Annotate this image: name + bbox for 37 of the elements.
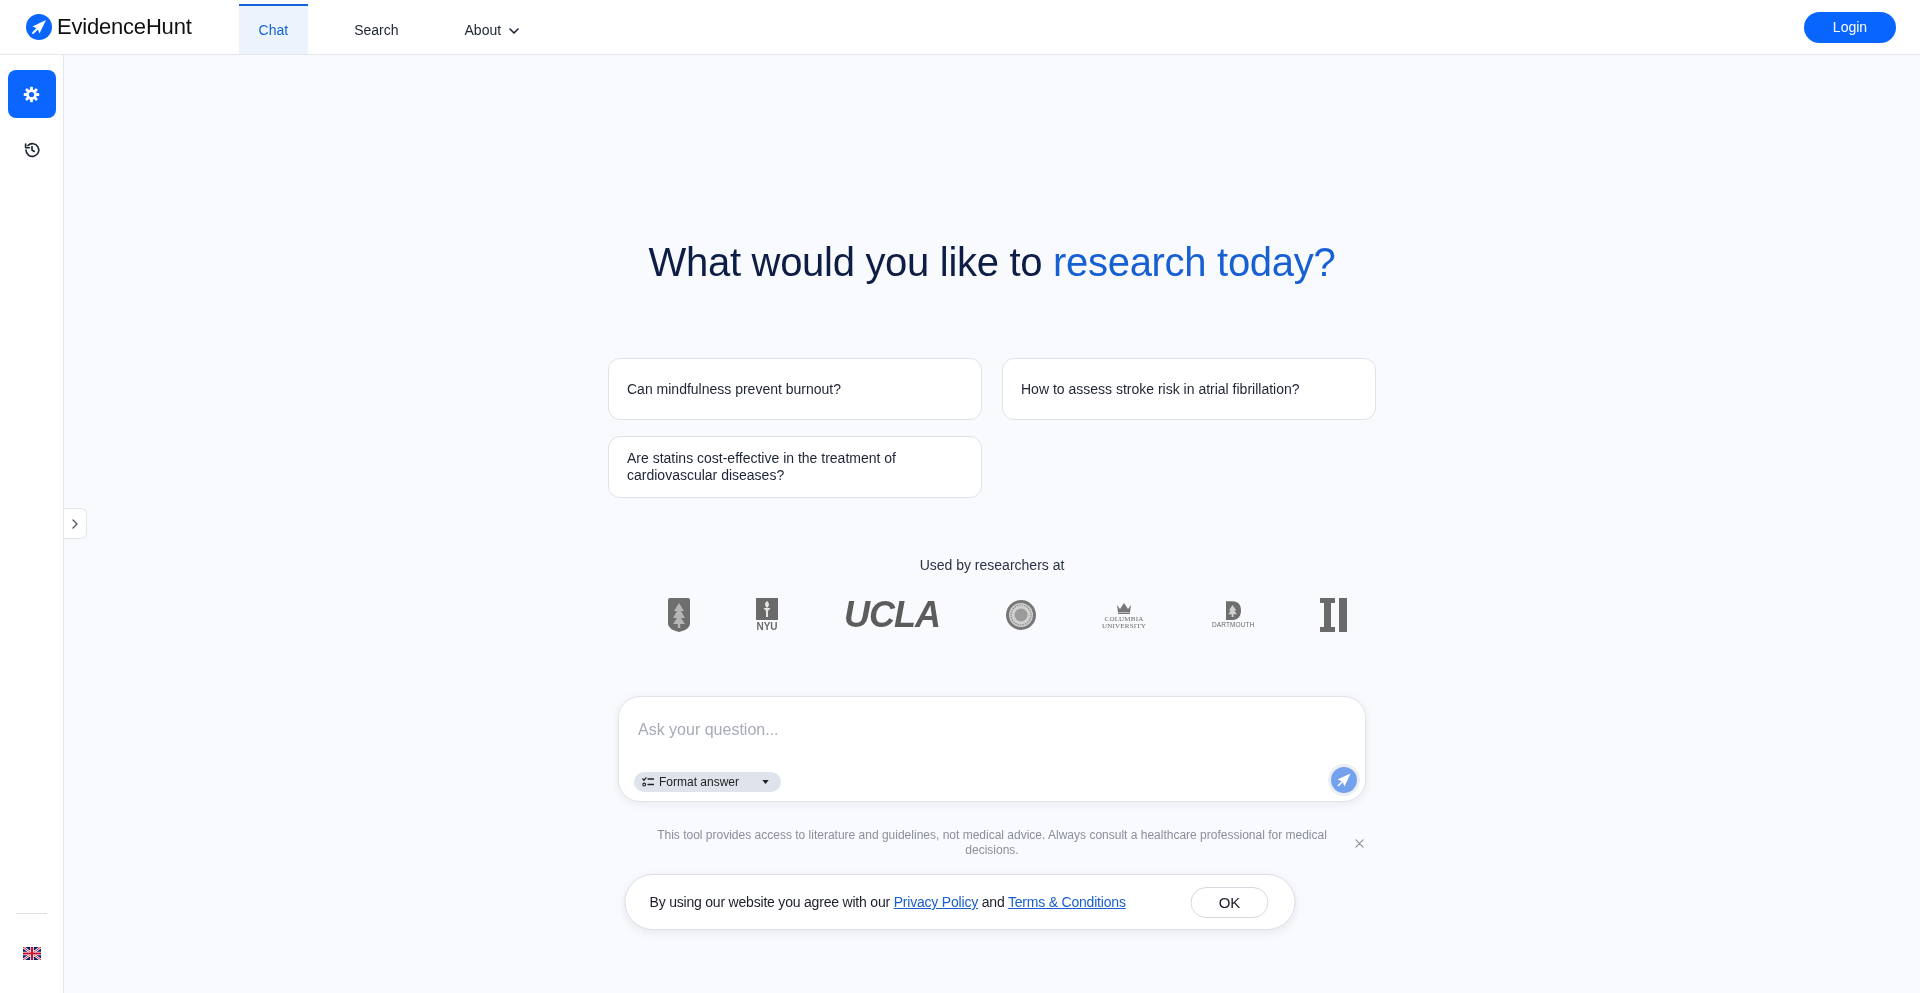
close-icon[interactable]: [1355, 838, 1364, 848]
sidebar-toggle-button[interactable]: [64, 508, 87, 539]
chevron-right-icon: [72, 518, 78, 529]
disclaimer-text: This tool provides access to literature and guidelines, not medical advice. Always consult a healthcare professional for medical decisions.: [656, 828, 1328, 858]
history-icon[interactable]: [22, 141, 41, 159]
flag-icon[interactable]: [22, 947, 41, 960]
question-composer[interactable]: Ask your question... Format answer: [618, 696, 1366, 802]
tree-crest-icon: [1225, 601, 1241, 621]
logo-wordmark: NYU: [756, 622, 778, 632]
suggestion-card[interactable]: Can mindfulness prevent burnout?: [608, 358, 982, 420]
suggestion-card[interactable]: Are statins cost-effective in the treatment of cardiovascular diseases?: [608, 436, 982, 498]
settings-icon: [23, 85, 40, 103]
settings-button[interactable]: [7, 70, 56, 118]
chevron-down-icon: [509, 28, 520, 34]
logo-wordmark: UCLA: [844, 596, 940, 634]
policy-link[interactable]: Privacy Policy: [893, 894, 978, 910]
block-emblem-icon: [1320, 598, 1348, 632]
cookie-notice-text: By using our website you agree with our Privacy Policy and Terms & Conditions: [649, 894, 1126, 910]
policy-link[interactable]: Terms & Conditions: [1007, 894, 1126, 910]
page-heading: What would you like to research today?: [648, 239, 1336, 286]
question-input[interactable]: Ask your question...: [638, 720, 1360, 764]
list-check-icon: [642, 777, 654, 787]
paper-plane-logo-icon[interactable]: [26, 14, 52, 40]
nav-tab[interactable]: Search: [334, 4, 419, 54]
partners-caption: Used by researchers at: [919, 557, 1065, 573]
nav-tab[interactable]: About: [444, 4, 540, 54]
format-answer-dropdown[interactable]: Format answer: [634, 772, 782, 792]
nav-tab[interactable]: Chat: [238, 4, 309, 54]
caret-down-icon: [762, 780, 770, 784]
ok-button[interactable]: OK: [1190, 886, 1269, 918]
round-seal-icon: [1006, 600, 1036, 630]
paper-plane-icon: [1331, 767, 1357, 793]
login-button[interactable]: Login: [1804, 11, 1896, 43]
tree-shield-icon: [668, 598, 690, 632]
suggestion-card[interactable]: How to assess stroke risk in atrial fibrillation?: [1002, 358, 1376, 420]
brand-name[interactable]: EvidenceHunt: [57, 14, 192, 40]
torch-tile-icon: [756, 598, 778, 620]
